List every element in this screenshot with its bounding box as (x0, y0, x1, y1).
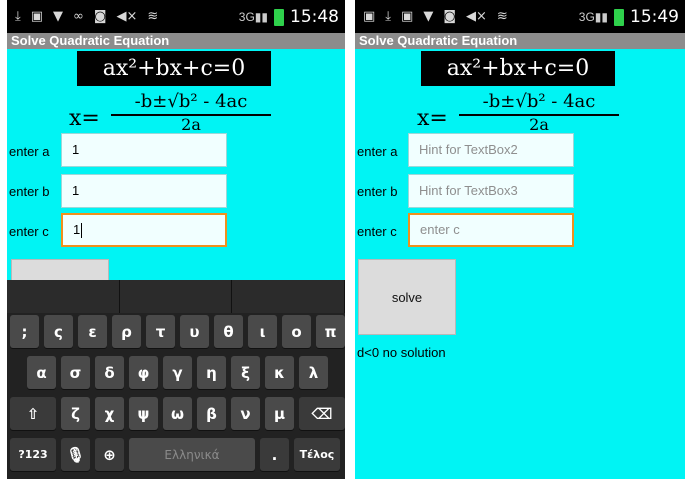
key-psi[interactable]: ψ (129, 397, 158, 430)
keyboard-row-2: α σ δ φ γ η ξ κ λ (27, 356, 328, 389)
key-zeta[interactable]: ζ (61, 397, 90, 430)
notification-icons: ⤓ ▣ ▼ ∞ ◙ ◀× ≋ (15, 9, 158, 24)
shield-icon: ▼ (423, 9, 434, 24)
key-epsilon[interactable]: ε (78, 315, 107, 348)
input-b[interactable]: Hint for TextBox3 (408, 174, 574, 208)
status-time: 15:49 (630, 7, 679, 27)
solve-button[interactable]: solve (358, 259, 456, 335)
label-a: enter a (357, 144, 398, 159)
keyboard-row-1: ; ς ε ρ τ υ θ ι ο π (10, 315, 345, 348)
key-period[interactable]: . (260, 438, 289, 471)
wifi-icon: ≋ (147, 9, 159, 24)
signal-icon: 3G▮▮ (578, 10, 608, 24)
microphone-key-icon[interactable]: 🎙 (61, 438, 90, 471)
app-title: Solve Quadratic Equation (7, 33, 345, 49)
key-delta[interactable]: δ (95, 356, 124, 389)
key-omicron[interactable]: ο (282, 315, 311, 348)
key-semicolon[interactable]: ; (10, 315, 39, 348)
formula-numerator: -b±√b² - 4ac (111, 90, 271, 116)
download-icon: ⤓ (15, 9, 21, 24)
keyboard-row-4: ?123 🎙 ⊕ Ελληνικά . Τέλος (10, 438, 340, 471)
soft-keyboard: ; ς ε ρ τ υ θ ι ο π α σ δ φ γ η ξ κ λ ⇧ … (7, 280, 345, 479)
space-key[interactable]: Ελληνικά (129, 438, 255, 471)
key-gamma[interactable]: γ (163, 356, 192, 389)
photo-icon: ▣ (401, 9, 414, 24)
status-bar: ▣ ⤓ ▣ ▼ ◙ ◀× ≋ 3G▮▮ 15:49 (355, 0, 685, 33)
key-pi[interactable]: π (316, 315, 345, 348)
photo-icon: ◙ (93, 9, 107, 24)
key-omega[interactable]: ω (163, 397, 192, 430)
label-c: enter c (357, 224, 397, 239)
mute-icon: ◀× (465, 9, 487, 24)
image-icon: ▣ (30, 9, 44, 24)
key-alpha[interactable]: α (27, 356, 56, 389)
key-eta[interactable]: η (197, 356, 226, 389)
input-c[interactable]: enter c (408, 213, 574, 247)
key-tau[interactable]: τ (146, 315, 175, 348)
label-b: enter b (357, 184, 398, 199)
key-xi[interactable]: ξ (231, 356, 260, 389)
mute-icon: ◀× (116, 9, 138, 24)
suggestion-strip (7, 280, 345, 313)
key-mu[interactable]: μ (265, 397, 294, 430)
battery-icon (274, 8, 284, 26)
battery-icon (614, 8, 624, 26)
text-cursor (81, 223, 83, 239)
left-screen: ⤓ ▣ ▼ ∞ ◙ ◀× ≋ 3G▮▮ 15:48 Solve Quadrati… (7, 0, 345, 479)
label-c: enter c (9, 224, 49, 239)
key-symbols[interactable]: ?123 (10, 438, 56, 471)
input-c[interactable]: 1 (61, 213, 227, 247)
signal-icon: 3G▮▮ (238, 10, 268, 24)
key-beta[interactable]: β (197, 397, 226, 430)
label-a: enter a (9, 144, 50, 159)
input-b[interactable]: 1 (61, 174, 227, 208)
app-title: Solve Quadratic Equation (355, 33, 685, 49)
equation-banner: ax²+bx+c=0 (77, 51, 271, 86)
key-phi[interactable]: φ (129, 356, 158, 389)
formula-x: x= (417, 106, 448, 131)
voicemail-icon: ∞ (73, 9, 84, 24)
camera-icon: ◙ (443, 9, 456, 24)
status-bar: ⤓ ▣ ▼ ∞ ◙ ◀× ≋ 3G▮▮ 15:48 (7, 0, 345, 33)
result-text: d<0 no solution (357, 345, 446, 360)
right-screen: ▣ ⤓ ▣ ▼ ◙ ◀× ≋ 3G▮▮ 15:49 Solve Quadrati… (355, 0, 685, 479)
formula-denominator: 2a (181, 115, 201, 134)
enter-key[interactable]: Τέλος (294, 438, 340, 471)
globe-key-icon[interactable]: ⊕ (95, 438, 124, 471)
key-final-sigma[interactable]: ς (44, 315, 73, 348)
backspace-key-icon[interactable]: ⌫ (299, 397, 345, 430)
formula-x: x= (69, 106, 100, 131)
status-time: 15:48 (290, 7, 339, 27)
key-nu[interactable]: ν (231, 397, 260, 430)
label-b: enter b (9, 184, 50, 199)
key-rho[interactable]: ρ (112, 315, 141, 348)
formula-denominator: 2a (529, 115, 549, 134)
download-icon: ⤓ (385, 9, 392, 24)
key-upsilon[interactable]: υ (180, 315, 209, 348)
key-sigma[interactable]: σ (61, 356, 90, 389)
input-a[interactable]: Hint for TextBox2 (408, 133, 574, 167)
keyboard-row-3: ⇧ ζ χ ψ ω β ν μ ⌫ (10, 397, 345, 430)
notification-icons: ▣ ⤓ ▣ ▼ ◙ ◀× ≋ (363, 9, 508, 24)
image-icon: ▣ (363, 9, 376, 24)
equation-banner: ax²+bx+c=0 (421, 51, 615, 86)
formula-numerator: -b±√b² - 4ac (459, 90, 619, 116)
shield-icon: ▼ (53, 9, 64, 24)
input-a[interactable]: 1 (61, 133, 227, 167)
wifi-icon: ≋ (496, 9, 508, 24)
shift-key-icon[interactable]: ⇧ (10, 397, 56, 430)
key-kappa[interactable]: κ (265, 356, 294, 389)
key-theta[interactable]: θ (214, 315, 243, 348)
key-chi[interactable]: χ (95, 397, 124, 430)
key-lambda[interactable]: λ (299, 356, 328, 389)
key-iota[interactable]: ι (248, 315, 277, 348)
